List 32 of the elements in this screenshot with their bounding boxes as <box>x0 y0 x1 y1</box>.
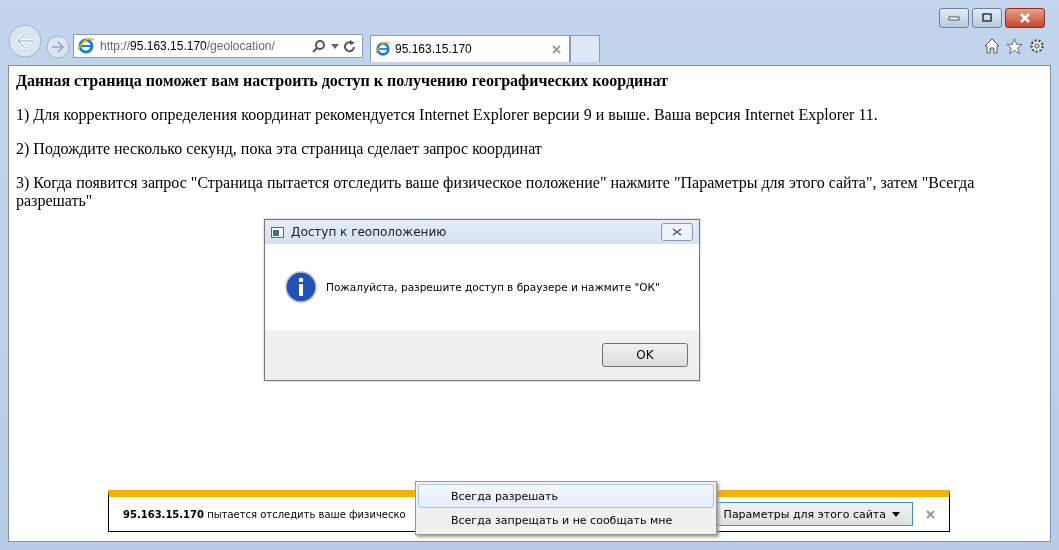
maximize-button[interactable] <box>972 8 1002 28</box>
instruction-text: 2) Подождите несколько секунд, пока эта страница сделает запрос координат <box>16 140 543 158</box>
minimize-button[interactable] <box>939 8 969 28</box>
close-icon <box>1019 13 1031 23</box>
browser-tab[interactable]: 95.163.15.170 <box>370 35 570 62</box>
dropdown-icon[interactable] <box>331 43 339 49</box>
refresh-icon[interactable] <box>344 39 356 53</box>
minimize-icon <box>948 15 960 21</box>
notification-text: 95.163.15.170 пытается отследить ваше физическо <box>123 508 406 520</box>
maximize-icon <box>981 13 993 23</box>
menu-item[interactable]: Всегда разрешать <box>418 484 714 508</box>
search-icon[interactable] <box>312 39 326 53</box>
dialog-message: Пожалуйста, разрешите доступ в браузере и нажмите "ОК" <box>326 281 660 293</box>
star-icon[interactable] <box>1006 38 1023 55</box>
browser-logo-icon <box>375 41 391 57</box>
window-icon <box>271 226 285 238</box>
close-icon <box>672 228 682 236</box>
close-icon[interactable] <box>552 44 561 54</box>
instruction-text: 3) Когда появится запрос "Страница пытается отследить ваше физическое положение" нажмите "Параметры для этого сайта", затем "Всегда разрешать" <box>16 174 976 210</box>
address-field[interactable]: http://95.163.15.170/geolocation/ <box>73 34 363 58</box>
dialog-title: Доступ к геоположению <box>291 225 448 239</box>
close-button[interactable] <box>1005 8 1045 28</box>
settings-icon[interactable] <box>1029 38 1045 54</box>
home-icon[interactable] <box>984 38 1000 54</box>
ok-button[interactable]: OK <box>602 343 688 367</box>
info-icon <box>285 271 317 303</box>
close-icon[interactable] <box>926 509 935 519</box>
page-heading: Данная страница поможет вам настроить доступ к получению географических координат <box>16 72 669 90</box>
close-button[interactable] <box>661 223 693 241</box>
caret-icon <box>892 511 900 517</box>
instruction-text: 1) Для корректного определения координат рекомендуется Internet Explorer версии 9 и выше. Ваша версия Internet Explorer 11. <box>16 106 879 124</box>
browser-logo-icon <box>77 37 95 55</box>
